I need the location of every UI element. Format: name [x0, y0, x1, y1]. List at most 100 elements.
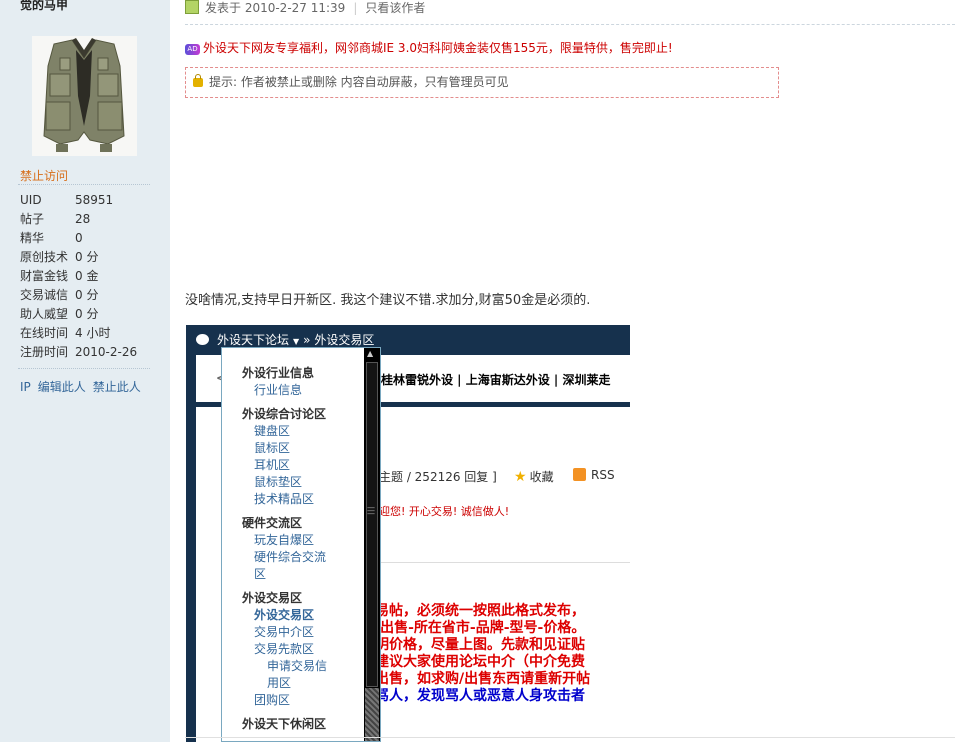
stat-value: 0 分	[75, 250, 99, 264]
stat-key: 精华	[20, 231, 45, 245]
scroll-thumb	[366, 362, 378, 687]
separator: |	[353, 1, 358, 15]
dropdown-item: 团购区	[254, 693, 291, 707]
rules-line: /出售-所在省市-品牌-型号-价格。	[375, 620, 586, 636]
dropdown-group: 外设综合讨论区	[242, 407, 327, 421]
stat-value: 4 小时	[75, 326, 111, 340]
favorite-link: ★ 收藏	[514, 468, 554, 485]
dropdown-item: 申请交易信	[267, 659, 328, 673]
stat-value: 0 金	[75, 269, 99, 283]
dropdown-item: 区	[254, 567, 267, 581]
dropdown-scrollbar: ▲ — — —	[364, 348, 380, 741]
chat-bubble-icon	[196, 334, 209, 345]
sidebar-divider	[18, 368, 150, 369]
stat-value: 2010-2-26	[75, 345, 138, 359]
dropdown-group: 外设行业信息	[242, 366, 315, 380]
header-rule	[185, 24, 955, 25]
author-sidebar: 觉的马甲 禁止访问 UID 58951 帖子 28 精华 0 原创技术 0 分财富金钱 0 金交…	[0, 0, 170, 742]
only-author-link[interactable]: 只看该作者	[365, 1, 425, 15]
online-status-icon	[185, 0, 199, 14]
notice-text: 提示: 作者被禁止或删除 内容自动屏蔽，只有管理员可见	[209, 75, 509, 89]
stat-row: 帖子 28	[20, 210, 137, 229]
stat-row: 精华 0	[20, 229, 137, 248]
welcome-text: 迎您! 开心交易! 诚信做人!	[379, 505, 510, 518]
rss-icon	[573, 468, 586, 481]
stat-key: 交易诚信	[20, 288, 69, 302]
stat-row: 助人威望 0 分	[20, 305, 137, 324]
ad-text[interactable]: 外设天下网友专享福利，网邻商城IE 3.0妇科阿姨金装仅售155元，限量特供，售…	[203, 41, 673, 55]
dropdown-item: 行业信息	[254, 383, 303, 397]
rss-link: RSS	[573, 468, 615, 482]
partner-forums: 桂林雷锐外设 | 上海宙斯达外设 | 深圳莱走	[381, 373, 611, 387]
screenshot-rule	[379, 562, 630, 563]
stat-key: 注册时间	[20, 345, 69, 359]
stat-row: 财富金钱 0 金	[20, 267, 137, 286]
rules-line: 出售，如求购/出售东西请重新开帖	[375, 671, 591, 687]
breadcrumb: » 外设交易区	[303, 333, 375, 347]
rules-line: 易帖，必须统一按照此格式发布，	[375, 603, 585, 619]
sidebar-divider	[18, 184, 150, 185]
stat-row: 注册时间 2010-2-26	[20, 343, 137, 362]
rules-text: 易帖，必须统一按照此格式发布，/出售-所在省市-品牌-型号-价格。 明价格，尽量上…	[375, 603, 590, 705]
dropdown-item: 交易中介区	[254, 625, 315, 639]
dropdown-item: 技术精品区	[254, 492, 315, 506]
stat-key: 助人威望	[20, 307, 69, 321]
avatar-vest-image	[32, 36, 137, 156]
ban-status: 禁止访问	[20, 169, 69, 183]
page-rule	[185, 737, 955, 738]
forum-dropdown: 外设行业信息 行业信息外设综合讨论区键盘区鼠标区耳机区鼠标垫区技术精品区硬件交流区…	[221, 347, 381, 742]
ip-link[interactable]: IP	[20, 380, 31, 394]
dropdown-item: 用区	[267, 676, 292, 690]
rules-line: 建议大家使用论坛中介（中介免费	[375, 654, 585, 670]
lock-icon	[193, 74, 203, 87]
edit-user-link[interactable]: 编辑此人	[38, 380, 86, 394]
stat-key: UID	[20, 193, 42, 207]
rss-label: RSS	[591, 468, 615, 482]
dropdown-item: 鼠标区	[254, 441, 291, 455]
scroll-track	[365, 688, 379, 741]
author-stats: UID 58951 帖子 28 精华 0 原创技术 0 分财富金钱 0 金交易诚信 0 分助人威望…	[20, 191, 137, 362]
dropdown-item: 键盘区	[254, 424, 291, 438]
post-header: 发表于 2010-2-27 11:39 | 只看该作者	[185, 0, 955, 15]
stat-value: 58951	[75, 193, 114, 207]
thread-stats: 主题 / 252126 回复 ]	[379, 470, 497, 484]
stat-key: 原创技术	[20, 250, 69, 264]
stat-key: 在线时间	[20, 326, 69, 340]
dropdown-item: 耳机区	[254, 458, 291, 472]
ad-icon: AD	[185, 44, 200, 55]
rules-line: 骂人，发现骂人或恶意人身攻击者	[375, 688, 585, 704]
dropdown-item: 玩友自爆区	[254, 533, 315, 547]
embedded-screenshot[interactable]: 外设天下论坛▼» 外设交易区 < 桂林雷锐外设 | 上海宙斯达外设 | 深圳莱走…	[186, 325, 630, 742]
dropdown-item: 交易先款区	[254, 642, 315, 656]
dropdown-group: 外设交易区	[242, 591, 303, 605]
dropdown-group: 硬件交流区	[242, 516, 303, 530]
forum-dropdown-list: 外设行业信息 行业信息外设综合讨论区键盘区鼠标区耳机区鼠标垫区技术精品区硬件交流区…	[222, 348, 364, 733]
stat-value: 0 分	[75, 288, 99, 302]
dropdown-item: 硬件综合交流	[254, 550, 327, 564]
stat-row: 原创技术 0 分	[20, 248, 137, 267]
stat-value: 0 分	[75, 307, 99, 321]
avatar[interactable]	[32, 36, 137, 156]
stat-key: 帖子	[20, 212, 45, 226]
ad-banner[interactable]: AD 外设天下网友专享福利，网邻商城IE 3.0妇科阿姨金装仅售155元，限量特供…	[185, 39, 673, 56]
screenshot-edge	[186, 355, 196, 742]
stat-key: 财富金钱	[20, 269, 69, 283]
dropdown-item: 鼠标垫区	[254, 475, 303, 489]
scroll-up-icon: ▲	[367, 349, 374, 358]
blocked-notice: 提示: 作者被禁止或删除 内容自动屏蔽，只有管理员可见	[185, 67, 779, 98]
dropdown-item: 外设交易区	[254, 608, 315, 622]
scroll-grip-icon: — — —	[367, 503, 375, 518]
stat-row: 在线时间 4 小时	[20, 324, 137, 343]
stat-value: 28	[75, 212, 91, 226]
stat-value: 0	[75, 231, 83, 245]
rules-line: 明价格，尽量上图。先款和见证贴	[375, 637, 585, 653]
ban-user-link[interactable]: 禁止此人	[93, 380, 141, 394]
post-time: 发表于 2010-2-27 11:39	[205, 1, 346, 15]
forum-nav-label: 外设天下论坛	[217, 333, 290, 347]
dropdown-group: 外设天下休闲区	[242, 717, 327, 731]
author-name[interactable]: 觉的马甲	[20, 0, 68, 13]
star-icon: ★	[514, 469, 527, 485]
post-body: 没啥情况,支持早日开新区. 我这个建议不错.求加分,财富50金是必须的.	[185, 293, 591, 308]
stat-row: 交易诚信 0 分	[20, 286, 137, 305]
author-actions: IP 编辑此人 禁止此人	[20, 378, 148, 395]
